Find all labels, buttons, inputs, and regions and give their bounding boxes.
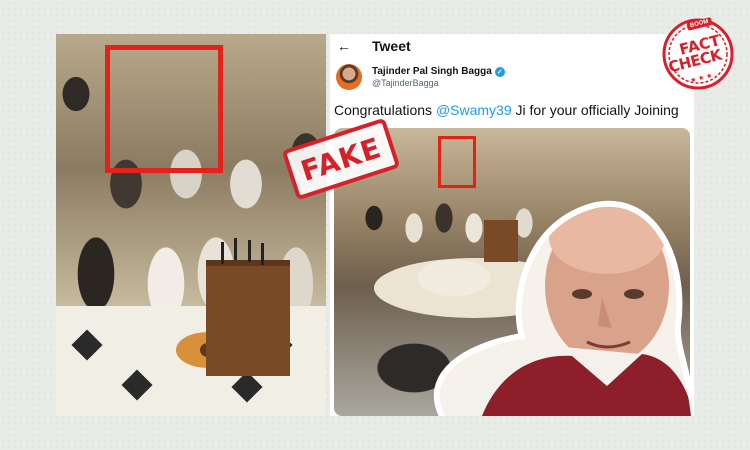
verified-badge-icon: ✓	[494, 66, 505, 77]
highlight-box-tweet	[438, 136, 476, 188]
back-arrow-icon[interactable]: ←	[336, 38, 352, 54]
highlight-box-left	[105, 45, 223, 173]
fact-check-logo: BOOM FACT CHECK ★ ★ ★	[660, 16, 736, 92]
left-photo	[56, 34, 326, 416]
tweet-text: Congratulations @Swamy39 Ji for your off…	[334, 102, 679, 118]
author-row[interactable]: Tajinder Pal Singh Bagga ✓ @TajinderBagg…	[336, 64, 505, 90]
podium	[206, 260, 290, 376]
author-handle[interactable]: @TajinderBagga	[372, 78, 505, 88]
tweet-text-prefix: Congratulations	[334, 102, 436, 118]
avatar[interactable]	[336, 64, 362, 90]
tweet-text-suffix: Ji for your officially Joining	[511, 102, 679, 118]
mention-link[interactable]: @Swamy39	[436, 102, 512, 118]
inset-portrait	[402, 186, 694, 416]
tweet-header: ← Tweet	[330, 34, 694, 58]
tweet-title: Tweet	[372, 38, 411, 54]
author-name[interactable]: Tajinder Pal Singh Bagga	[372, 66, 492, 77]
